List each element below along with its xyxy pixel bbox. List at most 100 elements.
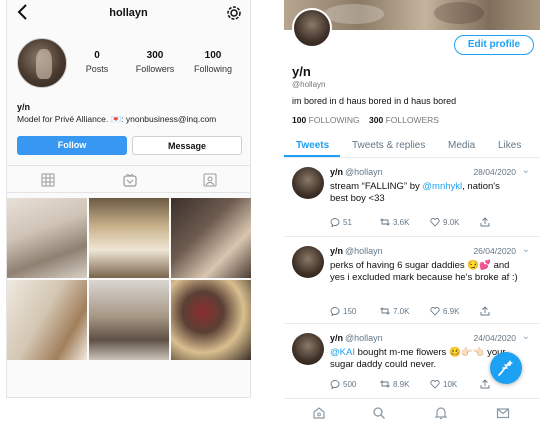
tweet-item[interactable]: y/n @hollayn 28/04/2020 ⌄ stream “FALLING… — [284, 159, 540, 237]
notifications-icon[interactable] — [434, 406, 448, 420]
ig-photo-2[interactable] — [89, 198, 169, 278]
share-icon — [480, 217, 490, 227]
retweet-icon — [380, 307, 390, 315]
ig-avatar[interactable] — [17, 38, 67, 88]
chevron-down-icon[interactable]: ⌄ — [522, 165, 530, 176]
ig-photo-4[interactable] — [7, 280, 87, 360]
tweet-mention-link[interactable]: @KAI — [330, 347, 355, 358]
message-button[interactable]: Message — [132, 136, 242, 155]
tw-followers-count: 300 — [369, 115, 384, 125]
reply-icon — [330, 307, 340, 316]
follow-button[interactable]: Follow — [17, 136, 127, 155]
tweet-actions: 150 7.0K 6.9K — [330, 306, 530, 318]
reply-count: 150 — [343, 306, 357, 316]
home-icon[interactable] — [312, 406, 326, 420]
retweet-icon — [380, 380, 390, 388]
tweet-author: y/n @hollayn — [330, 167, 383, 177]
tweet-date: 26/04/2020 — [473, 246, 516, 256]
tweet-avatar[interactable] — [292, 246, 324, 278]
ig-header: hollayn — [7, 0, 250, 28]
tweet-avatar[interactable] — [292, 167, 324, 199]
ig-following-label: Following — [193, 64, 233, 74]
share-icon — [480, 306, 490, 316]
share-action[interactable] — [480, 217, 490, 227]
like-count: 6.9K — [443, 306, 460, 316]
tab-tweets-and-replies[interactable]: Tweets & replies — [352, 140, 425, 151]
tweet-actions: 51 3.6K 9.0K — [330, 217, 530, 229]
tw-followers-label: FOLLOWERS — [385, 115, 439, 125]
ig-bio-text: Model for Privé Alliance. — [17, 114, 109, 124]
ig-photo-5[interactable] — [89, 280, 169, 360]
like-action[interactable]: 10K — [430, 379, 457, 389]
ig-content-tabs — [7, 165, 250, 193]
edit-profile-button[interactable]: Edit profile — [454, 35, 534, 55]
ig-photo-1[interactable] — [7, 198, 87, 278]
ig-posts-count: 0 — [94, 50, 100, 61]
retweet-icon — [380, 218, 390, 226]
ig-followers-stat[interactable]: 300 Followers — [127, 50, 183, 74]
tw-follow-counts: 100 FOLLOWING 300 FOLLOWERS — [292, 115, 439, 125]
retweet-action[interactable]: 7.0K — [380, 306, 409, 316]
share-action[interactable] — [480, 306, 490, 316]
retweet-action[interactable]: 3.6K — [380, 217, 409, 227]
ig-photo-6[interactable] — [171, 280, 251, 360]
share-action[interactable] — [480, 379, 490, 389]
messages-icon[interactable] — [496, 406, 510, 420]
ig-following-stat[interactable]: 100 Following — [185, 50, 241, 74]
tweet-text: stream “FALLING” by @mnhykl, nation's be… — [330, 181, 520, 205]
settings-gear-icon[interactable] — [226, 5, 242, 21]
tweet-author-name: y/n — [330, 333, 344, 343]
ig-posts-stat[interactable]: 0 Posts — [69, 50, 125, 74]
tweet-author: y/n @hollayn — [330, 333, 383, 343]
ig-photo-3[interactable] — [171, 198, 251, 278]
ig-username: hollayn — [109, 7, 148, 19]
reply-action[interactable]: 51 — [330, 217, 352, 227]
tweet-author-handle: @hollayn — [345, 246, 383, 256]
tw-followers-link[interactable]: 300 FOLLOWERS — [369, 115, 439, 125]
tweet-date: 24/04/2020 — [473, 333, 516, 343]
tab-likes[interactable]: Likes — [498, 140, 521, 151]
tw-following-label: FOLLOWING — [308, 115, 360, 125]
like-count: 10K — [443, 379, 458, 389]
tweet-text: perks of having 6 sugar daddies 😏💕 and y… — [330, 260, 520, 284]
heart-icon — [430, 380, 440, 389]
tweet-author-name: y/n — [330, 167, 344, 177]
tw-bottom-nav — [284, 398, 540, 428]
ig-display-name: y/n — [17, 102, 31, 112]
tagged-icon[interactable] — [203, 173, 217, 187]
like-action[interactable]: 6.9K — [430, 306, 459, 316]
instagram-profile-panel: hollayn 0 Posts 300 Followers 100 Follow… — [6, 0, 251, 398]
heart-icon — [430, 307, 440, 316]
igtv-icon[interactable] — [123, 173, 137, 187]
reply-action[interactable]: 150 — [330, 306, 356, 316]
tw-following-link[interactable]: 100 FOLLOWING — [292, 115, 360, 125]
grid-icon[interactable] — [41, 173, 55, 187]
retweet-count: 8.9K — [393, 379, 410, 389]
ig-bio-email: : ynonbusiness@inq.com — [121, 114, 217, 124]
reply-action[interactable]: 500 — [330, 379, 356, 389]
tab-media[interactable]: Media — [448, 140, 475, 151]
tweet-author: y/n @hollayn — [330, 246, 383, 256]
tw-avatar[interactable] — [292, 8, 332, 48]
tweet-avatar[interactable] — [292, 333, 324, 365]
chevron-down-icon[interactable]: ⌄ — [522, 331, 530, 342]
compose-feather-icon — [498, 360, 513, 376]
tweet-mention-link[interactable]: @mnhykl — [422, 181, 462, 192]
tweet-author-name: y/n — [330, 246, 344, 256]
reply-count: 500 — [343, 379, 357, 389]
tw-following-count: 100 — [292, 115, 307, 125]
search-icon[interactable] — [372, 406, 386, 420]
tab-tweets[interactable]: Tweets — [296, 140, 329, 151]
compose-tweet-button[interactable] — [490, 352, 522, 384]
tweet-item[interactable]: y/n @hollayn 26/04/2020 ⌄ perks of having… — [284, 238, 540, 324]
like-action[interactable]: 9.0K — [430, 217, 459, 227]
chevron-down-icon[interactable]: ⌄ — [522, 244, 530, 255]
tweet-date: 28/04/2020 — [473, 167, 516, 177]
retweet-action[interactable]: 8.9K — [380, 379, 409, 389]
tweet-text-before: perks of having 6 sugar daddies 😏💕 and y… — [330, 260, 518, 283]
ig-followers-count: 300 — [146, 50, 164, 61]
tw-handle: @hollayn — [292, 80, 326, 89]
tweet-text-after: bought m-me flowers 🥴👉🏻👈🏻 your sugar dad… — [330, 347, 506, 370]
ig-posts-label: Posts — [85, 64, 109, 74]
share-icon — [480, 379, 490, 389]
